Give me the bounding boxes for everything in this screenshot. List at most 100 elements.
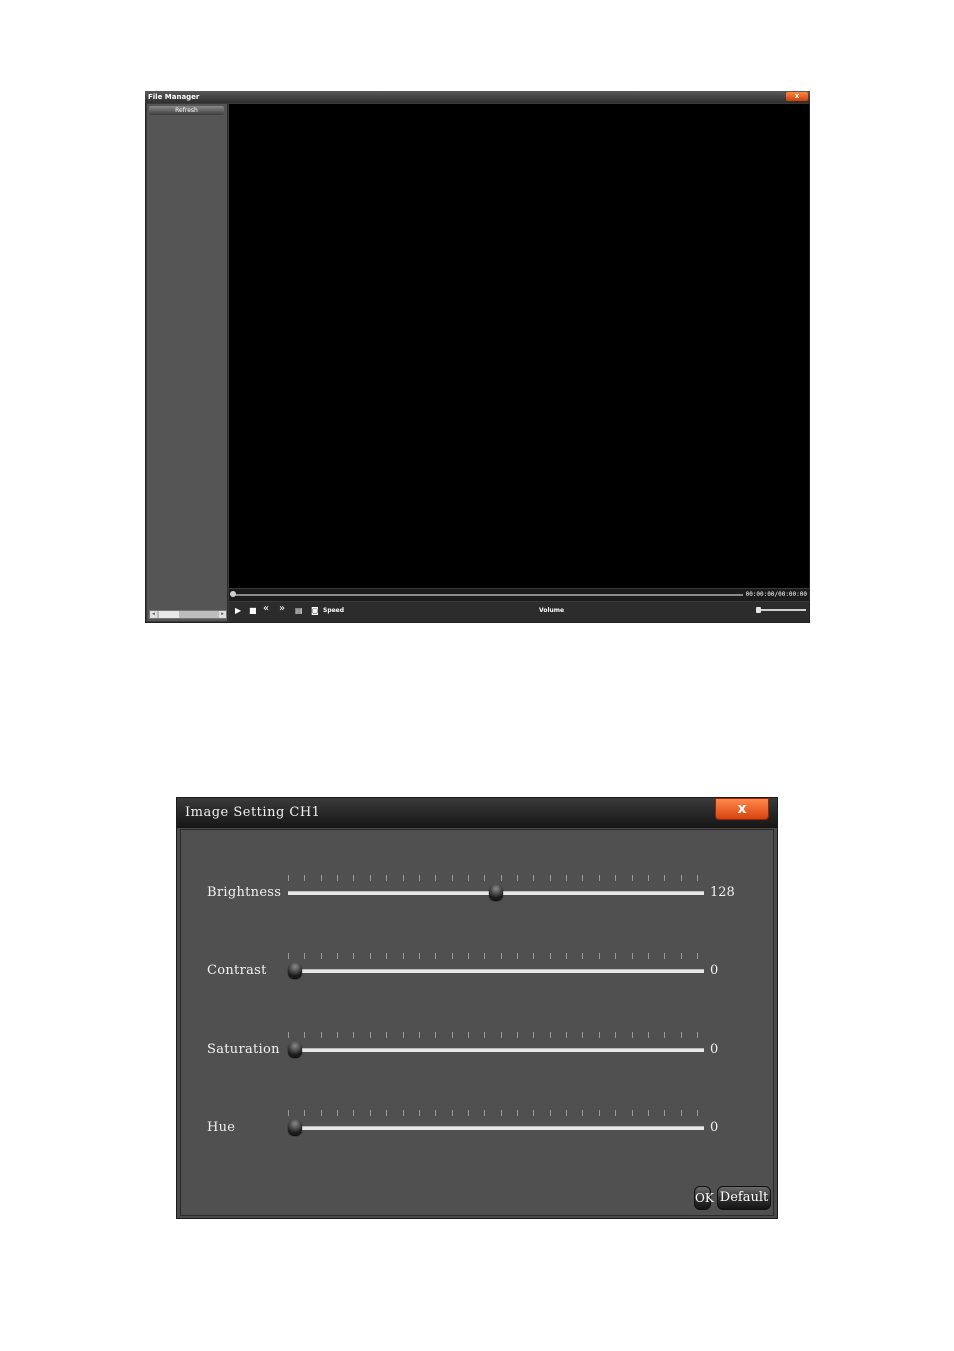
contrast-knob[interactable] [288, 962, 302, 978]
slider-tick [370, 953, 371, 959]
saturation-row: Saturation 0 [181, 1028, 775, 1068]
slider-tick [452, 1032, 453, 1038]
slider-tick [419, 875, 420, 881]
slider-tick [435, 1110, 436, 1116]
slider-tick [697, 1032, 698, 1038]
slider-tick [288, 1032, 289, 1038]
slider-tick [501, 953, 502, 959]
contrast-row: Contrast 0 [181, 949, 775, 989]
slider-tick [484, 1110, 485, 1116]
slider-tick [468, 1032, 469, 1038]
hue-row: Hue 0 [181, 1106, 775, 1146]
snapshot-icon[interactable]: ◙ [311, 606, 319, 616]
slider-tick [533, 875, 534, 881]
play-icon[interactable]: ▶ [235, 606, 241, 616]
video-display [229, 104, 809, 588]
slider-tick [419, 953, 420, 959]
slider-tick [599, 953, 600, 959]
slider-tick [468, 875, 469, 881]
slider-tick [370, 1110, 371, 1116]
slider-tick [533, 1032, 534, 1038]
slider-tick [566, 1110, 567, 1116]
slider-tick [435, 875, 436, 881]
slider-tick [533, 953, 534, 959]
slider-tick [697, 1110, 698, 1116]
slider-tick [484, 875, 485, 881]
slider-tick [517, 1110, 518, 1116]
slider-tick [599, 1032, 600, 1038]
slider-tick [419, 1032, 420, 1038]
image-setting-dialog: Image Setting CH1 x Brightness 128 Contr… [176, 797, 778, 1219]
file-list-panel: Refresh ◂ ▸ [147, 104, 228, 621]
slider-tick [697, 953, 698, 959]
slider-tick [484, 953, 485, 959]
slider-tick [353, 875, 354, 881]
slider-tick [517, 1032, 518, 1038]
slider-tick [566, 953, 567, 959]
slider-tick [615, 1110, 616, 1116]
image-setting-close-button[interactable]: x [715, 798, 769, 820]
frame-step-icon[interactable]: ▤ [295, 606, 303, 616]
slider-tick [533, 1110, 534, 1116]
volume-knob[interactable] [756, 607, 761, 613]
hue-knob[interactable] [288, 1119, 302, 1135]
slider-tick [582, 1032, 583, 1038]
slider-tick [353, 1110, 354, 1116]
hue-value: 0 [710, 1120, 719, 1135]
file-manager-titlebar: File Manager x [145, 91, 810, 103]
file-list-scrollbar[interactable]: ◂ ▸ [149, 610, 227, 619]
slider-tick [615, 875, 616, 881]
saturation-knob[interactable] [288, 1041, 302, 1057]
slider-tick [435, 1032, 436, 1038]
slider-tick [370, 875, 371, 881]
brightness-knob[interactable] [489, 884, 503, 900]
slider-tick [681, 953, 682, 959]
slider-tick [664, 953, 665, 959]
slider-tick [403, 1032, 404, 1038]
slider-tick [288, 1110, 289, 1116]
slider-tick [337, 1032, 338, 1038]
seek-bar[interactable]: 00:00:00/00:00:00 [229, 589, 809, 601]
fast-forward-icon[interactable]: » [279, 604, 285, 614]
rewind-icon[interactable]: « [263, 604, 269, 614]
contrast-ticks [288, 953, 698, 959]
contrast-value: 0 [710, 963, 719, 978]
slider-tick [632, 875, 633, 881]
ok-button[interactable]: OK [694, 1186, 714, 1210]
scroll-right-icon[interactable]: ▸ [219, 611, 226, 618]
slider-tick [403, 1110, 404, 1116]
slider-tick [353, 1032, 354, 1038]
contrast-label: Contrast [207, 963, 267, 978]
stop-icon[interactable]: ■ [249, 606, 257, 616]
brightness-value: 128 [710, 885, 735, 900]
slider-tick [419, 1110, 420, 1116]
slider-tick [304, 1032, 305, 1038]
volume-slider[interactable] [756, 609, 806, 611]
playback-controls: ▶ ■ « » ▤ ◙ Speed Volume [229, 602, 809, 622]
slider-tick [321, 953, 322, 959]
refresh-button[interactable]: Refresh [149, 106, 224, 115]
file-manager-close-button[interactable]: x [786, 92, 808, 101]
slider-tick [501, 1110, 502, 1116]
volume-label: Volume [539, 607, 565, 614]
slider-tick [304, 875, 305, 881]
seek-knob[interactable] [230, 591, 236, 597]
slider-tick [648, 1110, 649, 1116]
slider-tick [550, 1110, 551, 1116]
contrast-slider[interactable] [288, 969, 704, 973]
slider-tick [599, 1110, 600, 1116]
seek-track[interactable] [231, 594, 743, 596]
hue-slider[interactable] [288, 1126, 704, 1130]
slider-tick [304, 953, 305, 959]
saturation-slider[interactable] [288, 1048, 704, 1052]
scrollbar-thumb[interactable] [159, 611, 179, 618]
brightness-label: Brightness [207, 885, 282, 900]
slider-tick [403, 875, 404, 881]
slider-tick [386, 875, 387, 881]
slider-tick [452, 1110, 453, 1116]
slider-tick [582, 875, 583, 881]
slider-tick [566, 875, 567, 881]
slider-tick [615, 953, 616, 959]
default-button[interactable]: Default [717, 1186, 771, 1210]
scroll-left-icon[interactable]: ◂ [150, 611, 157, 618]
